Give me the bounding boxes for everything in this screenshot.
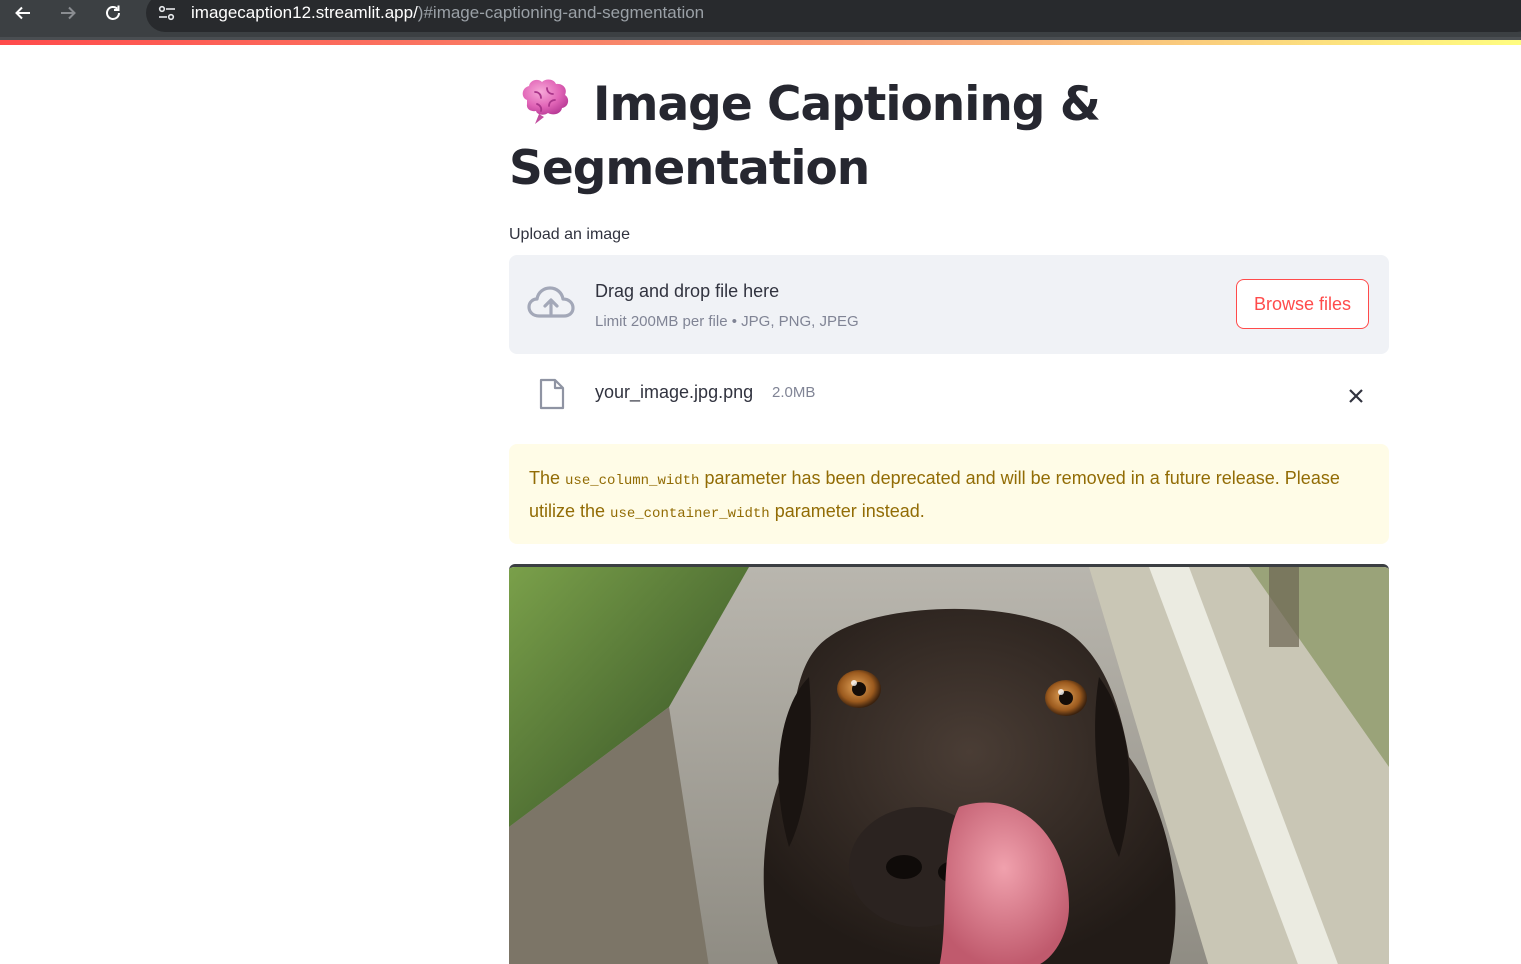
uploader-label: Upload an image xyxy=(509,226,630,243)
url-path: )#image-captioning-and-segmentation xyxy=(417,3,705,22)
uploaded-file-name: your_image.jpg.png xyxy=(595,382,754,402)
close-icon xyxy=(1349,389,1363,403)
arrow-right-icon xyxy=(61,6,76,20)
warning-code-1: use_column_width xyxy=(565,473,700,489)
back-button[interactable] xyxy=(8,0,38,26)
dropzone-limit-text: Limit 200MB per file • JPG, PNG, JPEG xyxy=(595,313,859,330)
dog-photo xyxy=(509,567,1389,964)
uploaded-image xyxy=(509,564,1389,964)
uploaded-file-size: 2.0MB xyxy=(772,384,816,401)
title-line-1: Image Captioning & xyxy=(593,77,1101,132)
file-icon xyxy=(539,378,565,410)
reload-button[interactable] xyxy=(98,0,128,26)
uploaded-file-row: your_image.jpg.png 2.0MB xyxy=(509,367,1389,419)
site-info-icon[interactable] xyxy=(156,3,178,23)
file-dropzone[interactable]: Drag and drop file here Limit 200MB per … xyxy=(509,255,1389,354)
brain-icon xyxy=(522,79,569,124)
forward-button[interactable] xyxy=(53,0,83,26)
page-title: Image Captioning & Segmentation xyxy=(509,73,1389,201)
deprecation-warning: The use_column_width parameter has been … xyxy=(509,444,1389,544)
title-line-2: Segmentation xyxy=(509,141,870,196)
warning-code-2: use_container_width xyxy=(610,506,770,522)
browse-files-button[interactable]: Browse files xyxy=(1236,279,1369,329)
warning-text-3: parameter instead. xyxy=(769,501,925,521)
remove-file-button[interactable] xyxy=(1342,382,1370,410)
url-host: imagecaption12.streamlit.app/ xyxy=(191,3,418,22)
url-text[interactable]: imagecaption12.streamlit.app/)#image-cap… xyxy=(191,3,704,23)
warning-text-1: The xyxy=(529,468,566,488)
reload-icon xyxy=(106,5,120,20)
cloud-upload-icon xyxy=(527,286,575,318)
streamlit-decoration-bar xyxy=(0,40,1521,45)
arrow-left-icon xyxy=(15,6,30,20)
dropzone-title: Drag and drop file here xyxy=(595,281,780,301)
